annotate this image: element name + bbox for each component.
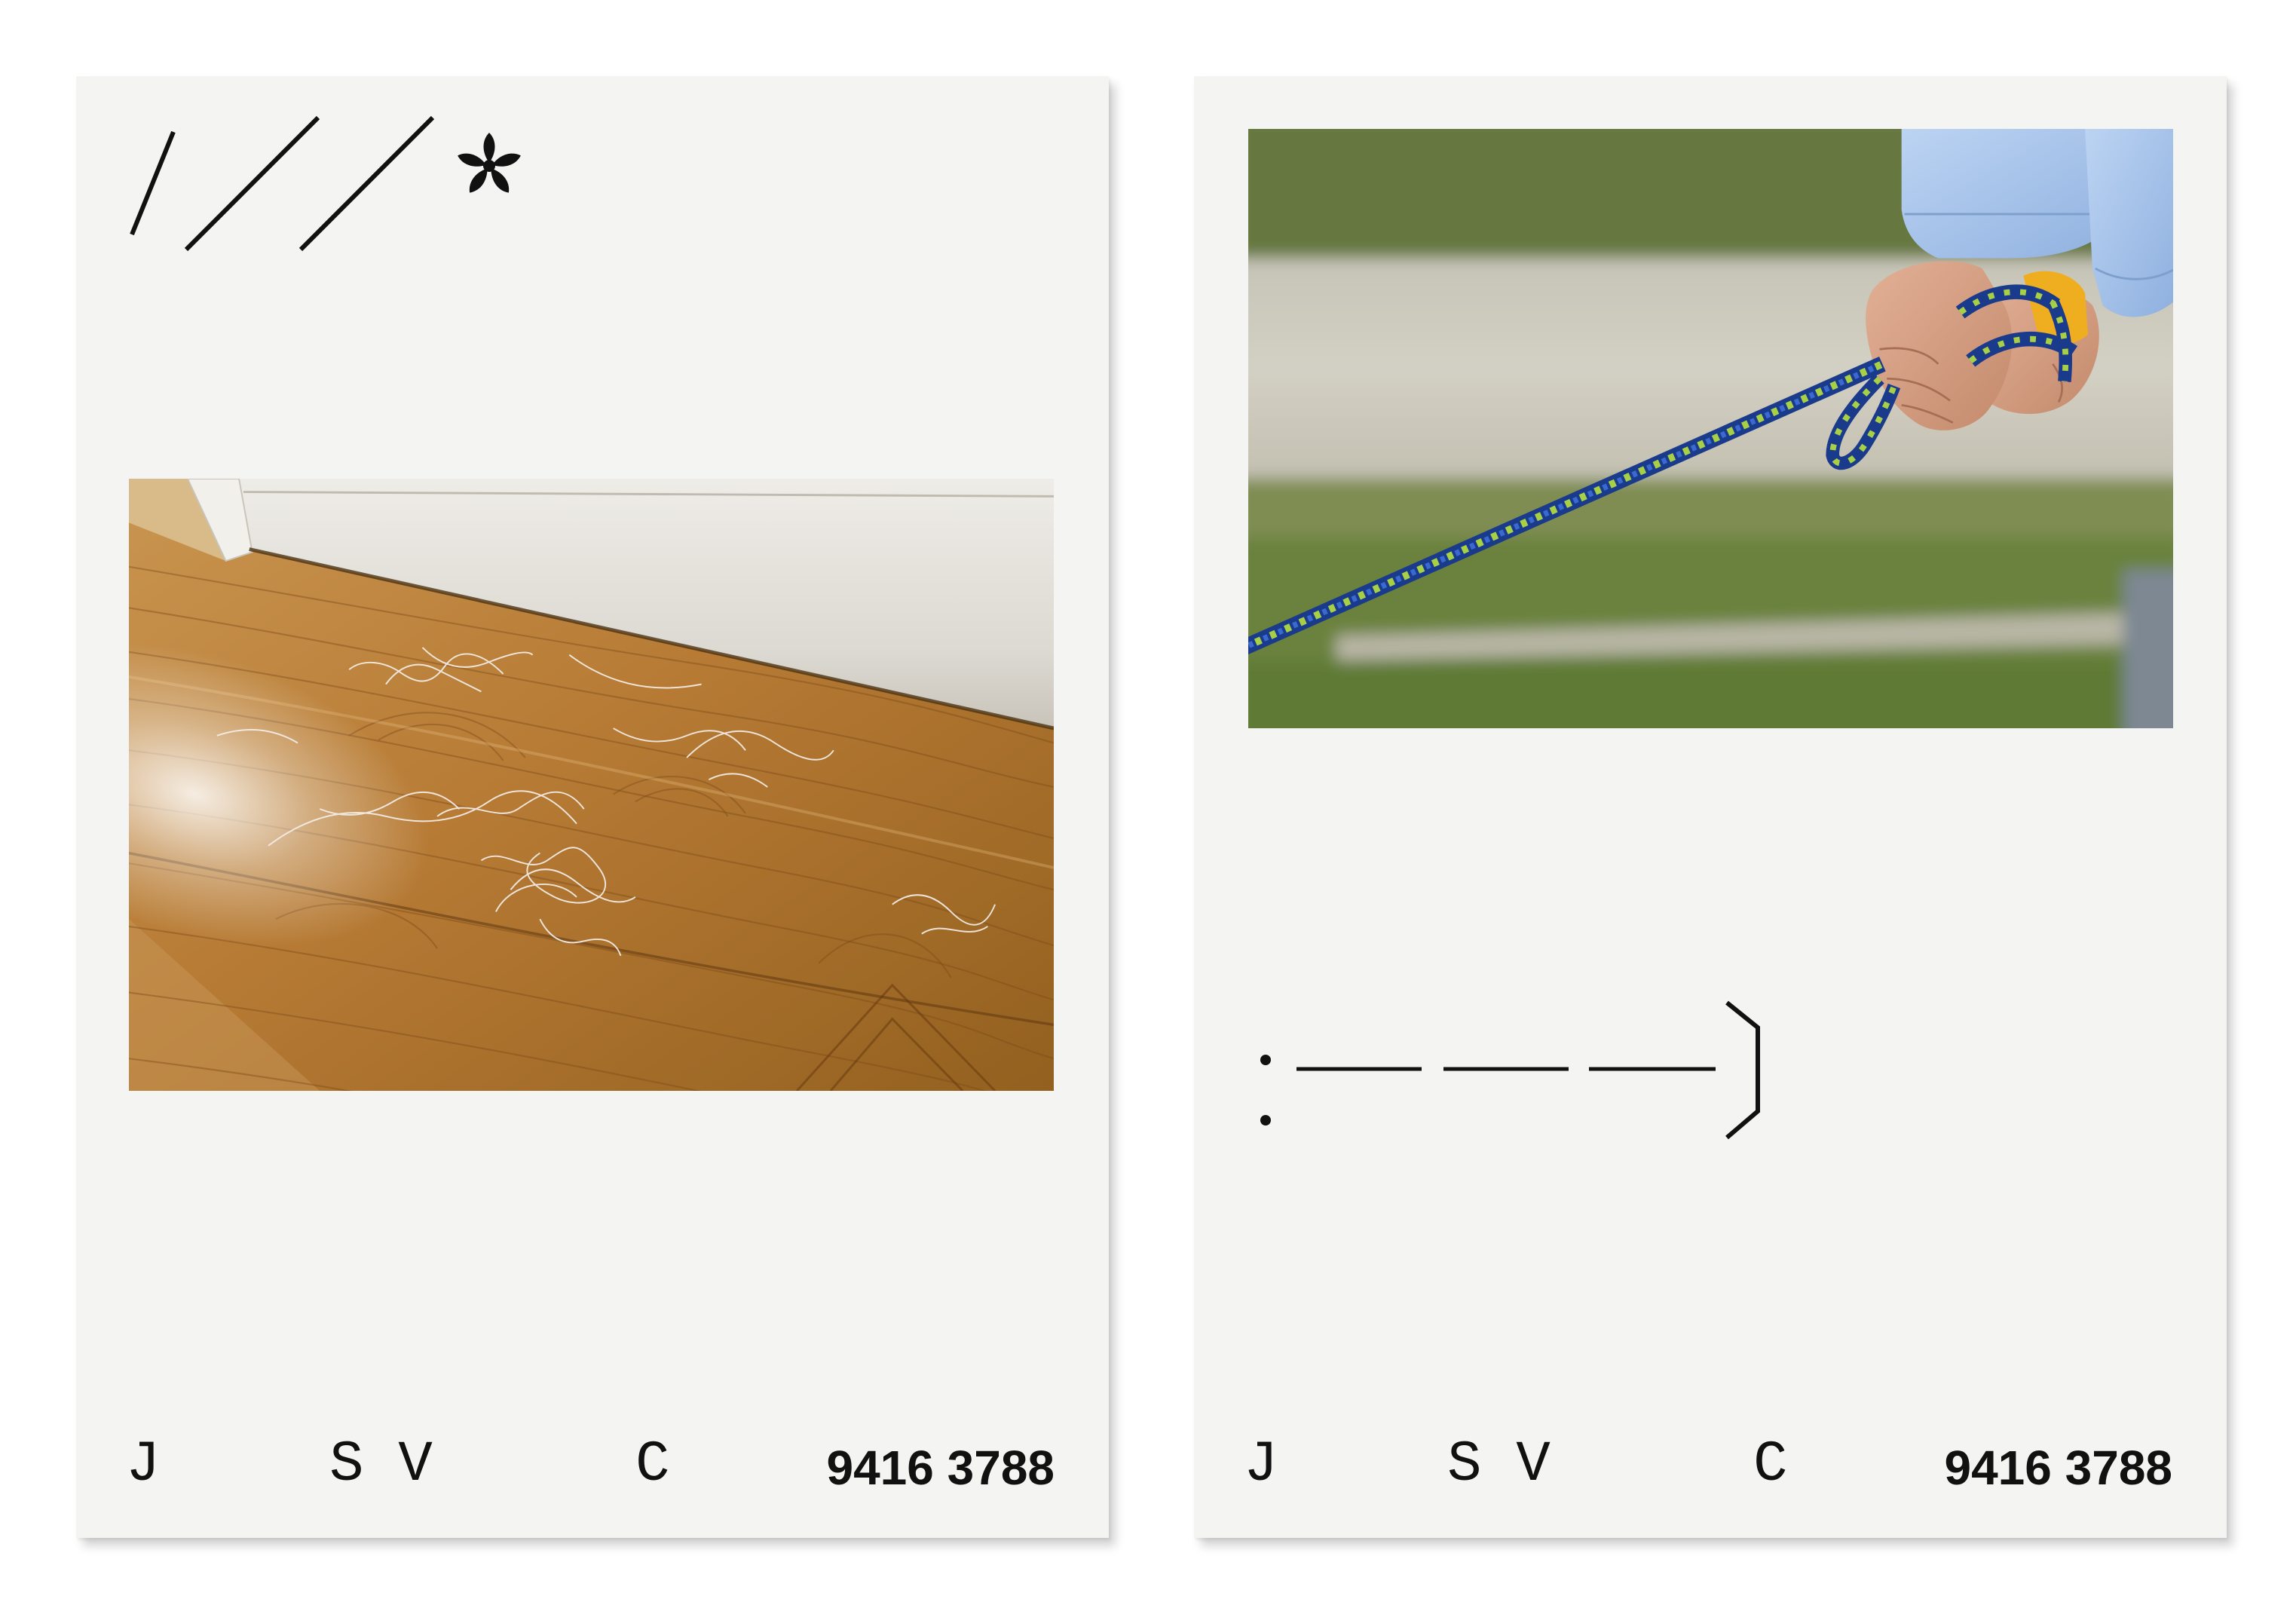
colon-dashes-bracket-mark-icon — [1260, 1000, 1760, 1140]
poster-card-left: J S V C 9416 3788 — [76, 76, 1109, 1538]
footer-number: 9416 3788 — [1944, 1441, 2172, 1495]
footer-letter-c: C — [635, 1432, 670, 1497]
footer-number: 9416 3788 — [826, 1441, 1055, 1495]
footer-letters-sv: S V — [329, 1432, 433, 1497]
footer-letter-j: J — [1244, 1432, 1278, 1497]
poster-card-right: J S V C 9416 3788 — [1194, 76, 2227, 1538]
slashes-asterisk-mark-icon — [130, 115, 521, 252]
footer-letter-j: J — [126, 1432, 161, 1497]
footer-letter-c: C — [1753, 1432, 1788, 1497]
footer-letters-sv: S V — [1447, 1432, 1551, 1497]
page: J S V C 9416 3788 J S V C 9416 3788 — [0, 0, 2296, 1608]
dog-leash-photo — [1248, 129, 2173, 728]
hardwood-floor-photo — [129, 479, 1054, 1091]
